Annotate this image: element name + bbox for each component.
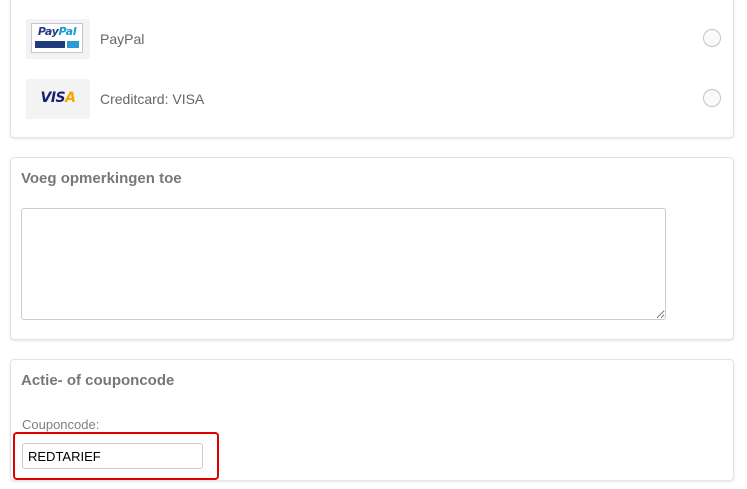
remarks-panel: Voeg opmerkingen toe	[10, 157, 734, 340]
payment-option-visa[interactable]: VISA Creditcard: VISA	[26, 79, 721, 119]
coupon-panel: Actie- of couponcode Couponcode:	[10, 359, 734, 481]
payment-methods-panel: PayPal PayPal VISA Creditcard: VISA	[10, 0, 734, 138]
remarks-textarea[interactable]	[21, 208, 666, 320]
visa-logo-text: VISA	[40, 90, 77, 106]
payment-option-label: PayPal	[100, 31, 145, 47]
coupon-title: Actie- of couponcode	[21, 372, 175, 389]
payment-option-paypal[interactable]: PayPal PayPal	[26, 19, 721, 59]
coupon-code-input[interactable]	[22, 443, 203, 469]
paypal-logo-bar	[35, 41, 79, 48]
coupon-label: Couponcode:	[22, 417, 100, 432]
payment-option-label: Creditcard: VISA	[100, 91, 205, 107]
visa-radio-button[interactable]	[703, 89, 721, 107]
visa-logo-icon: VISA	[26, 79, 90, 119]
paypal-logo-card: PayPal	[31, 23, 83, 53]
paypal-logo-icon: PayPal	[26, 19, 90, 59]
paypal-logo-text: PayPal	[37, 25, 77, 38]
remarks-title: Voeg opmerkingen toe	[21, 170, 182, 187]
paypal-radio-button[interactable]	[703, 29, 721, 47]
